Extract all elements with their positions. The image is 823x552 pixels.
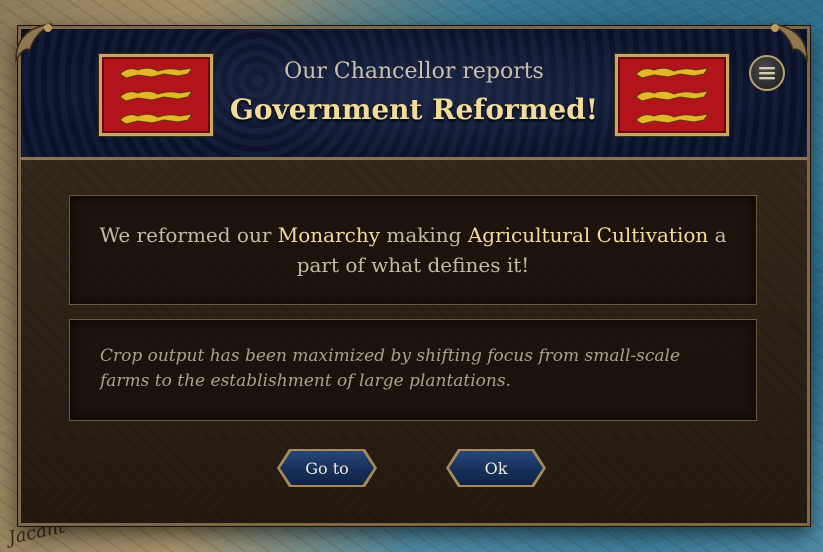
main-text-part: We reformed our	[99, 223, 278, 247]
ornament-icon	[770, 23, 808, 63]
menu-icon	[759, 67, 775, 80]
reform-link[interactable]: Agricultural Cultivation	[468, 223, 708, 247]
event-description-box: Crop output has been maximized by shifti…	[69, 319, 757, 421]
event-main-box: We reformed our Monarchy making Agricult…	[69, 195, 757, 305]
event-main-text: We reformed our Monarchy making Agricult…	[94, 220, 732, 280]
ornament-icon	[15, 23, 53, 63]
government-type-link[interactable]: Monarchy	[278, 223, 380, 247]
goto-button[interactable]: Go to	[280, 451, 374, 485]
ok-button[interactable]: Ok	[449, 451, 543, 485]
main-text-part: making	[380, 223, 468, 247]
popup-header: Our Chancellor reports Government Reform…	[21, 29, 807, 160]
event-description: Crop output has been maximized by shifti…	[100, 346, 681, 391]
coat-of-arms-icon	[615, 54, 729, 136]
event-popup: Our Chancellor reports Government Reform…	[18, 26, 810, 526]
